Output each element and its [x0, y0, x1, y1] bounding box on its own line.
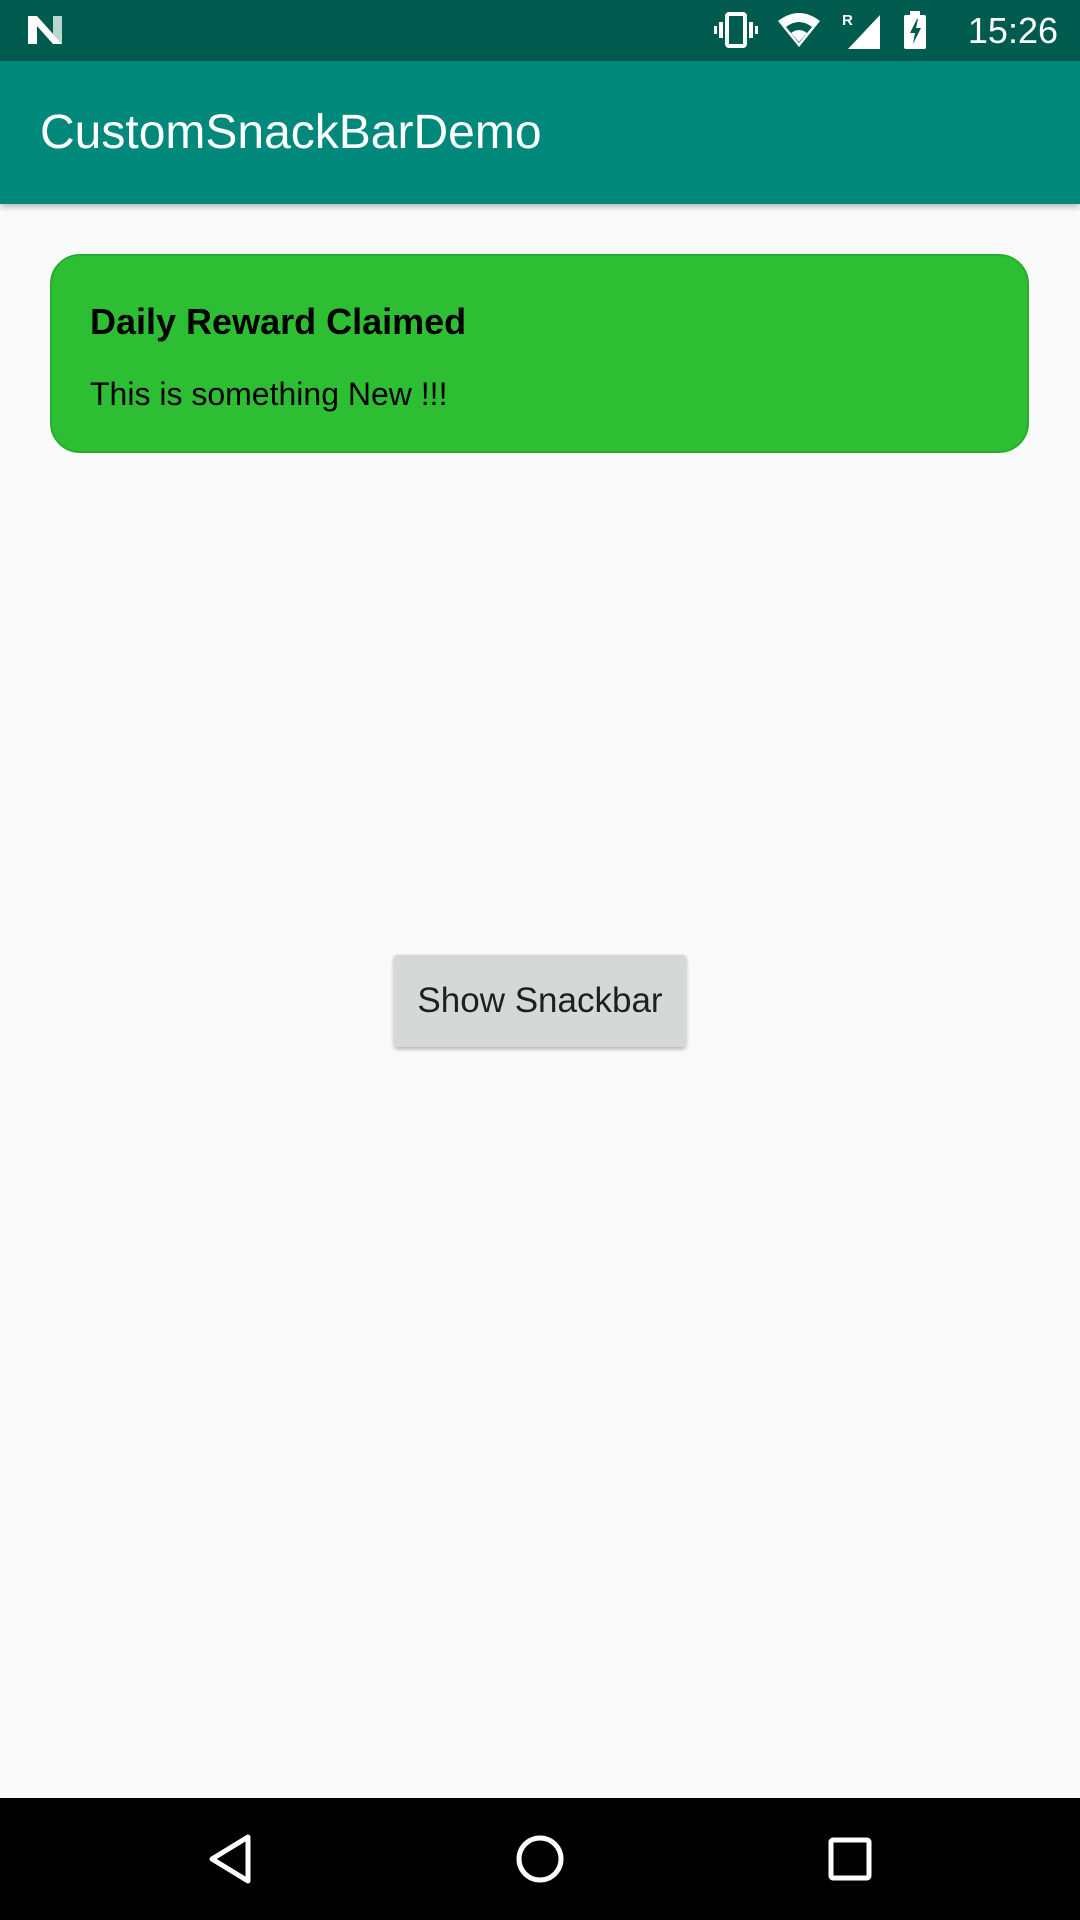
snackbar-message: This is something New !!! — [90, 376, 448, 412]
battery-charging-icon — [904, 11, 926, 49]
recents-button[interactable] — [820, 1829, 880, 1889]
custom-snackbar: Daily Reward Claimed This is something N… — [50, 254, 1029, 453]
home-button[interactable] — [510, 1829, 570, 1889]
vibrate-icon — [714, 12, 758, 48]
roaming-indicator: R — [842, 12, 853, 29]
show-snackbar-button[interactable]: Show Snackbar — [394, 955, 686, 1047]
app-title: CustomSnackBarDemo — [40, 106, 542, 159]
n-logo-icon — [28, 16, 62, 44]
back-button[interactable] — [200, 1829, 260, 1889]
back-icon — [209, 1834, 251, 1884]
status-time: 15:26 — [967, 10, 1058, 51]
navigation-bar — [0, 1798, 1080, 1920]
recents-icon — [828, 1837, 872, 1881]
snackbar-title: Daily Reward Claimed — [90, 301, 467, 342]
status-bar: R 15:26 — [0, 0, 1080, 61]
app-bar: CustomSnackBarDemo — [0, 61, 1080, 204]
wifi-icon — [778, 13, 820, 47]
status-icons: R — [714, 11, 928, 49]
cell-signal-icon: R — [842, 12, 880, 49]
home-icon — [516, 1835, 564, 1883]
